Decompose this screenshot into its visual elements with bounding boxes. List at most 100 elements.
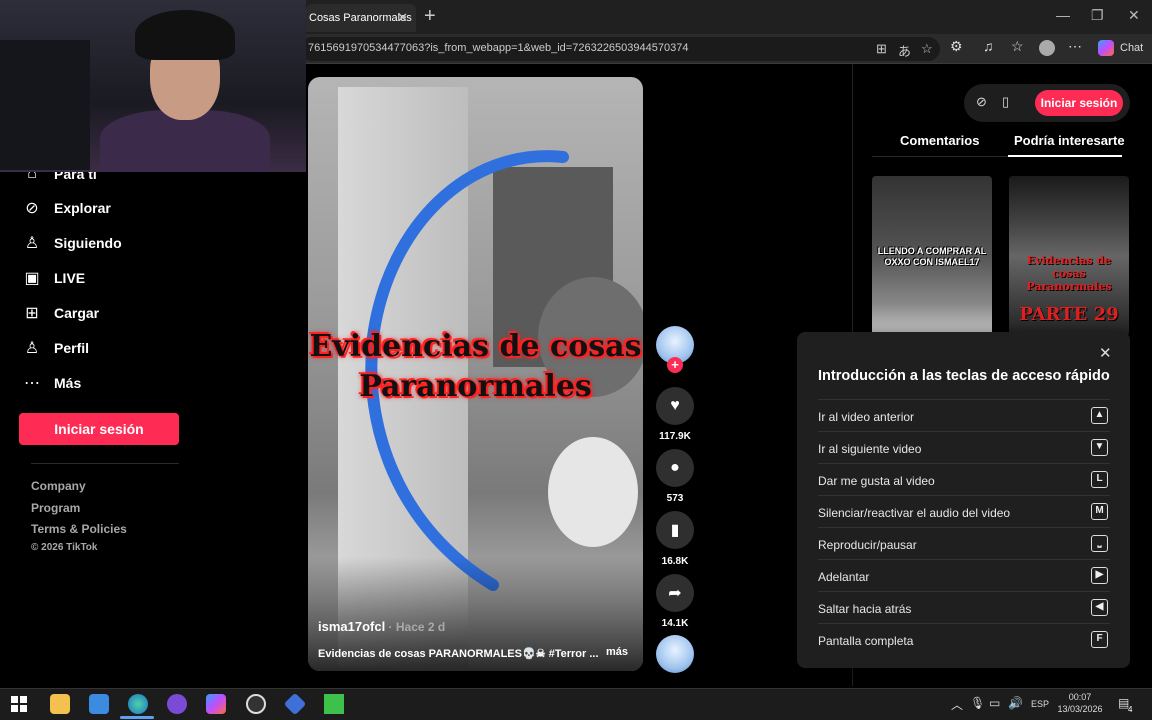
bookmark-icon: ▮ xyxy=(670,522,680,539)
url-text: 7615691970534477063?is_from_webapp=1&web… xyxy=(308,42,689,54)
show-hidden-icons[interactable]: ︿ xyxy=(951,696,963,713)
arrow-right-key-icon: ▶ xyxy=(1091,567,1108,584)
tab-close-icon[interactable]: ✕ xyxy=(397,10,408,26)
sidebar-item-perfil[interactable]: ♙ Perfil xyxy=(22,337,89,359)
sidebar-item-cargar[interactable]: ⊞ Cargar xyxy=(22,302,99,324)
sidebar-item-label: Explorar xyxy=(54,200,111,216)
compass-icon[interactable]: ⊘ xyxy=(976,94,987,110)
author-name[interactable]: isma17ofcl xyxy=(318,619,385,634)
browser-tab[interactable]: Cosas Paranormales ✕ xyxy=(306,4,416,32)
profile-icon: ♙ xyxy=(24,340,40,357)
copilot-icon[interactable] xyxy=(1098,40,1114,56)
shortcut-label: Reproducir/pausar xyxy=(818,538,917,552)
share-button[interactable]: ➦ xyxy=(656,574,694,612)
sidebar-item-label: LIVE xyxy=(54,270,86,286)
volume-icon[interactable]: 🔊 xyxy=(1008,696,1023,710)
minecraft-icon[interactable] xyxy=(324,694,344,714)
arrow-left-key-icon: ◀ xyxy=(1091,599,1108,616)
footer-link-company[interactable]: Company xyxy=(31,479,86,493)
video-overlay-title: Evidencias de cosas Paranormales xyxy=(309,329,642,404)
login-button[interactable]: Iniciar sesión xyxy=(19,413,179,445)
shortcut-row: Reproducir/pausar ⎵ xyxy=(818,527,1110,559)
video-author[interactable]: isma17ofcl · Hace 2 d xyxy=(318,619,445,634)
shortcut-label: Adelantar xyxy=(818,570,870,584)
shortcut-row: Ir al siguiente video ▼ xyxy=(818,431,1110,463)
media-icon[interactable]: ♫ xyxy=(983,38,994,54)
more-icon: ⋯ xyxy=(24,375,40,392)
shortcut-label: Pantalla completa xyxy=(818,634,914,648)
translate-icon[interactable]: あ xyxy=(898,41,911,60)
l-key-icon: L xyxy=(1091,471,1108,488)
follow-plus-icon[interactable]: + xyxy=(667,357,683,373)
active-tab-indicator xyxy=(1008,155,1122,157)
like-button[interactable]: ♥ xyxy=(656,387,694,425)
shortcut-label: Ir al siguiente video xyxy=(818,442,922,456)
login-button-top[interactable]: Iniciar sesión xyxy=(1035,90,1123,116)
like-count: 117.9K xyxy=(659,431,691,442)
copyright-text: © 2026 TikTok xyxy=(31,542,98,553)
shortcut-row: Adelantar ▶ xyxy=(818,559,1110,591)
recommended-video-thumbnail[interactable]: Evidencias de cosas Paranormales PARTE 2… xyxy=(1009,176,1129,336)
more-link[interactable]: más xyxy=(606,646,628,658)
live-icon: ▣ xyxy=(24,270,40,287)
clock[interactable]: 00:07 13/03/2026 xyxy=(1052,691,1108,715)
microphone-icon[interactable]: 🎙 xyxy=(970,696,985,710)
close-window-button[interactable]: ✕ xyxy=(1128,7,1140,24)
upload-icon: ⊞ xyxy=(25,305,39,322)
mail-icon[interactable] xyxy=(89,694,109,714)
video-player[interactable]: Evidencias de cosas Paranormales isma17o… xyxy=(308,77,643,671)
language-indicator[interactable]: ESP xyxy=(1031,699,1049,709)
copilot-taskbar-icon[interactable] xyxy=(206,694,226,714)
heart-icon: ♥ xyxy=(670,397,680,414)
shortcut-row: Saltar hacia atrás ◀ xyxy=(818,591,1110,623)
save-button[interactable]: ▮ xyxy=(656,511,694,549)
favorite-star-icon[interactable]: ☆ xyxy=(921,41,933,57)
address-bar[interactable]: 7615691970534477063?is_from_webapp=1&web… xyxy=(300,37,940,61)
share-count: 14.1K xyxy=(661,618,689,629)
footer-link-terms[interactable]: Terms & Policies xyxy=(31,522,127,536)
app-available-icon[interactable]: ⊞ xyxy=(876,41,887,57)
chat-label[interactable]: Chat xyxy=(1120,42,1143,54)
f-key-icon: F xyxy=(1091,631,1108,648)
discord-icon[interactable] xyxy=(167,694,187,714)
sidebar-item-siguiendo[interactable]: ♙ Siguiendo xyxy=(22,232,122,254)
tab-podria-interesarte[interactable]: Podría interesarte xyxy=(1014,133,1125,148)
clock-date: 13/03/2026 xyxy=(1057,704,1103,714)
tab-comentarios[interactable]: Comentarios xyxy=(900,133,979,148)
shortcut-label: Dar me gusta al video xyxy=(818,474,935,488)
new-tab-button[interactable]: + xyxy=(424,5,436,28)
recommended-video-thumbnail[interactable]: LLENDO A COMPRAR AL OXXO CON ISMAEL17 xyxy=(872,176,992,336)
browser-profile-avatar[interactable] xyxy=(1039,40,1055,56)
network-icon[interactable]: ▭ xyxy=(989,696,1000,710)
restore-button[interactable]: ❐ xyxy=(1091,7,1104,24)
sidebar-item-mas[interactable]: ⋯ Más xyxy=(22,372,81,394)
windows-start-icon[interactable] xyxy=(9,694,29,714)
clock-time: 00:07 xyxy=(1068,692,1092,702)
shortcut-row: Silenciar/reactivar el audio del video M xyxy=(818,495,1110,527)
comment-icon: ● xyxy=(670,459,680,476)
footer-link-program[interactable]: Program xyxy=(31,501,80,515)
sidebar-item-live[interactable]: ▣ LIVE xyxy=(22,267,85,289)
shortcut-row: Ir al video anterior ▲ xyxy=(818,399,1110,431)
compass-icon: ⊘ xyxy=(25,200,39,217)
extensions-icon[interactable]: ⚙ xyxy=(950,38,963,55)
comment-button[interactable]: ● xyxy=(656,449,694,487)
obs-icon[interactable] xyxy=(246,694,266,714)
sidebar-item-label: Siguiendo xyxy=(54,235,122,251)
m-key-icon: M xyxy=(1091,503,1108,520)
arrow-down-key-icon: ▼ xyxy=(1091,439,1108,456)
thumbnail-part-text: PARTE 29 xyxy=(1019,304,1119,325)
favorites-icon[interactable]: ☆ xyxy=(1011,38,1024,55)
webcam-overlay xyxy=(0,0,306,172)
music-disc-avatar[interactable] xyxy=(656,635,694,673)
more-options-icon[interactable]: ⋯ xyxy=(1068,38,1082,55)
divider xyxy=(31,463,179,464)
file-explorer-icon[interactable] xyxy=(50,694,70,714)
shortcut-label: Silenciar/reactivar el audio del video xyxy=(818,506,1011,520)
edge-browser-icon[interactable] xyxy=(128,694,148,714)
close-icon[interactable]: ✕ xyxy=(1099,344,1112,362)
sidebar-item-explorar[interactable]: ⊘ Explorar xyxy=(22,197,111,219)
following-icon: ♙ xyxy=(24,235,40,252)
device-icon[interactable]: ▯ xyxy=(1002,94,1009,110)
minimize-button[interactable]: — xyxy=(1056,7,1070,23)
